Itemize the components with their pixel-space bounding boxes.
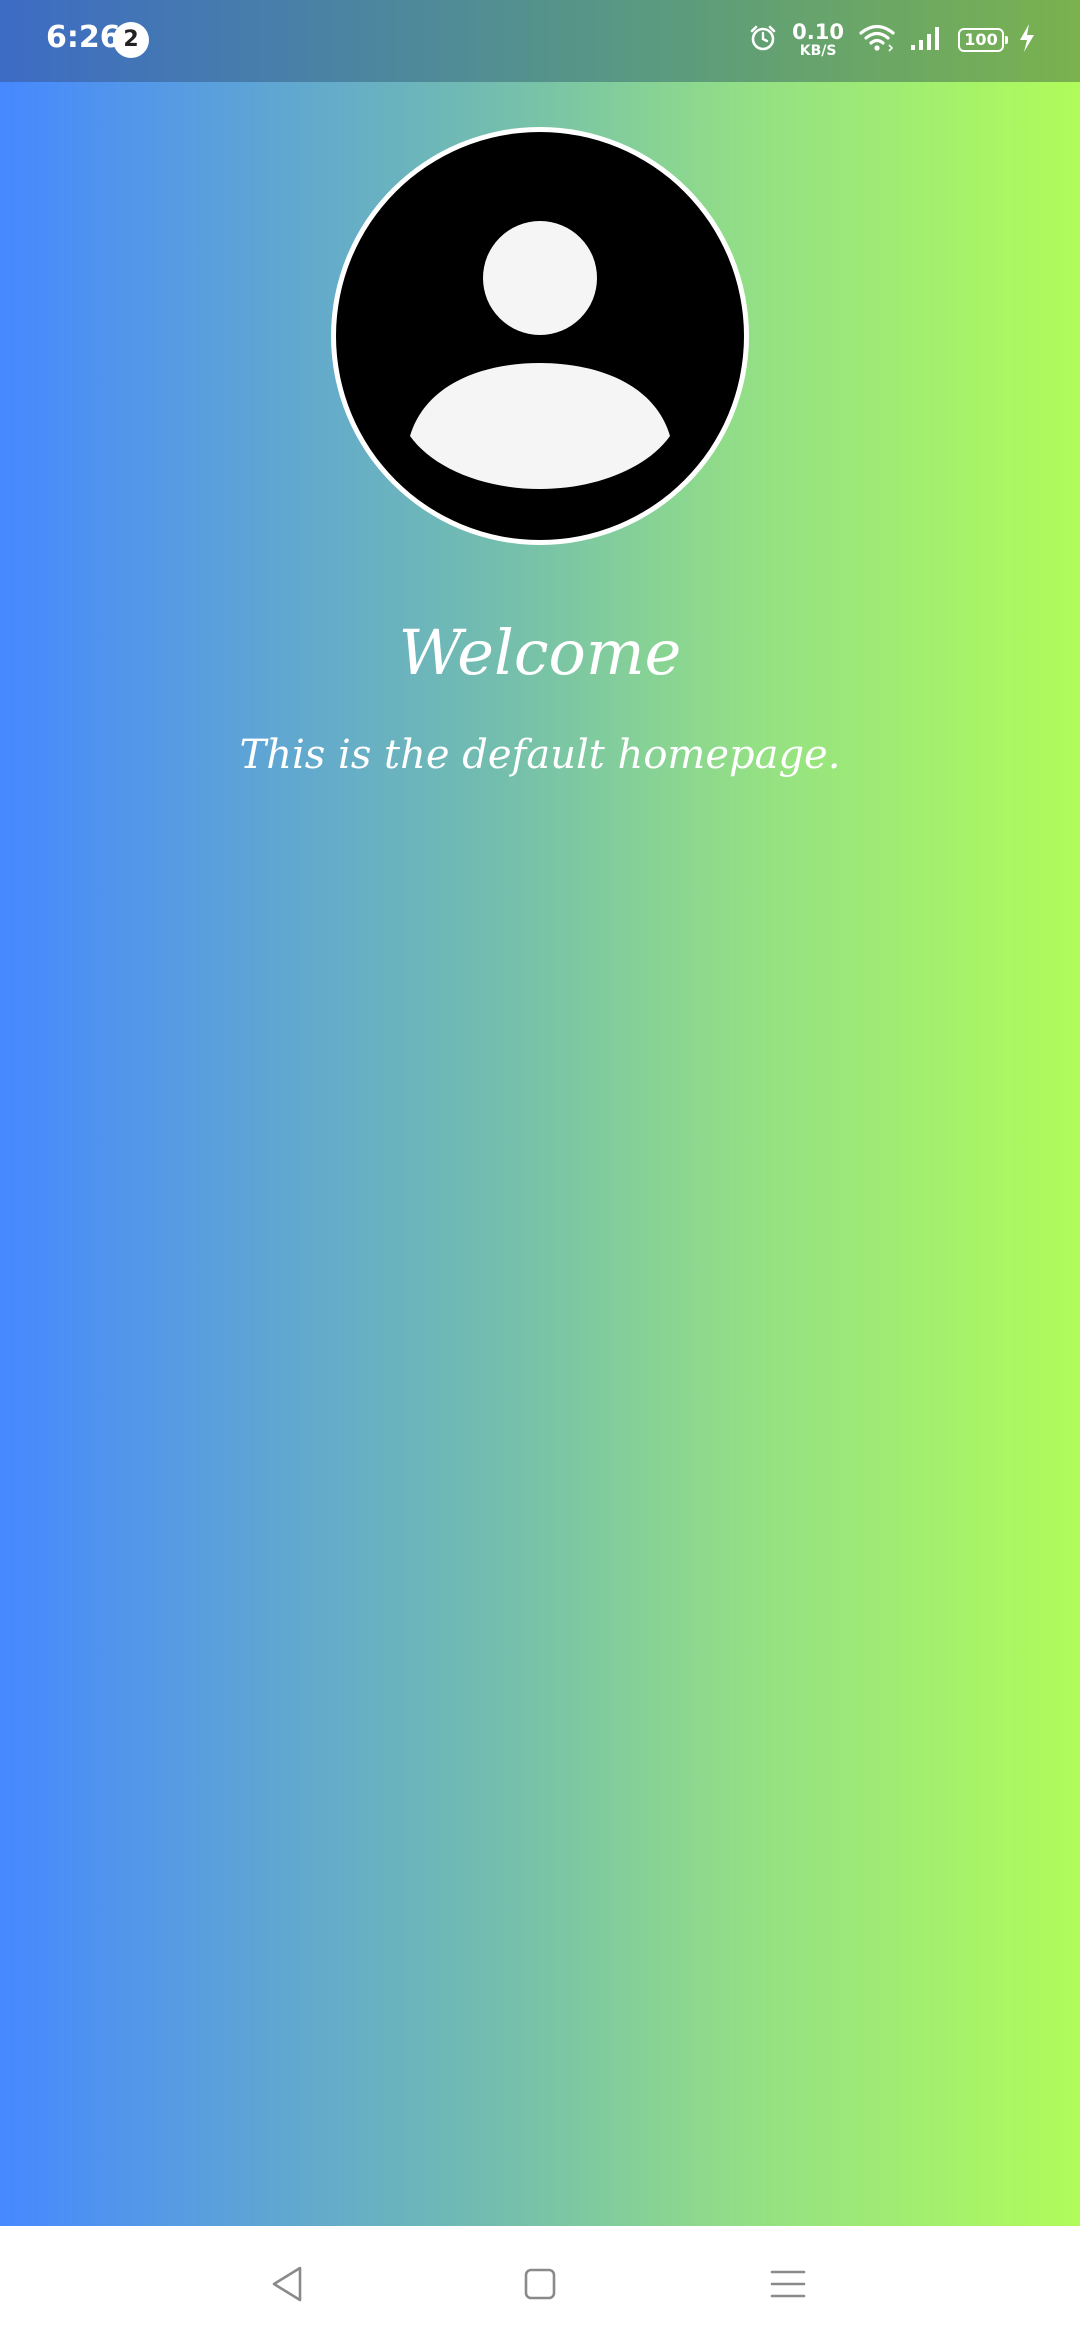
- notification-badge: 2: [113, 22, 149, 58]
- navigation-bar: [0, 2226, 1080, 2340]
- welcome-subtitle: This is the default homepage.: [239, 732, 841, 778]
- status-icons: 0.10 KB/S 100: [748, 20, 1036, 60]
- person-icon: [410, 221, 670, 489]
- network-speed: 0.10 KB/S: [792, 20, 844, 59]
- battery-icon: 100: [958, 28, 1008, 52]
- profile-avatar[interactable]: [336, 132, 744, 540]
- home-icon[interactable]: [510, 2254, 570, 2314]
- signal-icon: [910, 24, 944, 56]
- charging-icon: [1018, 23, 1036, 57]
- network-speed-unit: KB/S: [799, 43, 837, 59]
- wifi-icon: [858, 23, 896, 57]
- welcome-title: Welcome: [398, 616, 682, 689]
- menu-icon[interactable]: [758, 2254, 818, 2314]
- status-bar: 6:26 2 0.10 KB/S 100: [0, 0, 1080, 82]
- alarm-icon: [748, 23, 778, 57]
- network-speed-value: 0.10: [792, 20, 844, 44]
- back-icon[interactable]: [258, 2254, 318, 2314]
- status-time: 6:26: [46, 20, 121, 55]
